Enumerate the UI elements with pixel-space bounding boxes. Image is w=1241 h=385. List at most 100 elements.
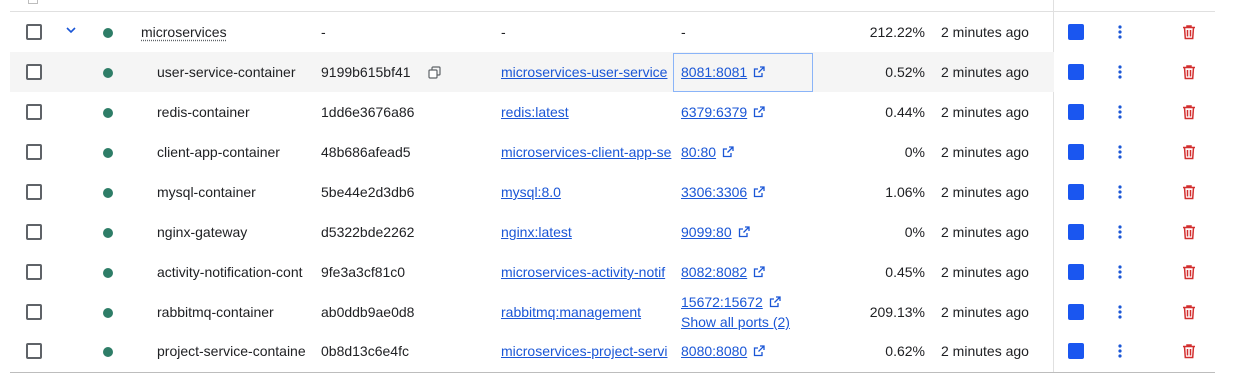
stop-icon[interactable]	[1068, 343, 1084, 359]
trash-icon[interactable]	[1180, 63, 1198, 81]
container-id: 1dd6e3676a86	[321, 104, 415, 120]
last-started: 2 minutes ago	[941, 264, 1029, 280]
more-vert-icon[interactable]	[1114, 104, 1126, 120]
trash-icon[interactable]	[1180, 183, 1198, 201]
image-link[interactable]: microservices-client-app-se	[501, 132, 673, 172]
stop-icon[interactable]	[1068, 304, 1084, 320]
container-id: 48b686afead5	[321, 144, 411, 160]
stop-icon[interactable]	[1068, 184, 1084, 200]
cpu-usage: 0%	[904, 224, 925, 240]
port-link[interactable]: 8081:8081	[681, 64, 747, 80]
stop-icon[interactable]	[1068, 144, 1084, 160]
stop-icon[interactable]	[1068, 64, 1084, 80]
container-name[interactable]: activity-notification-cont	[157, 252, 317, 292]
trash-icon[interactable]	[1180, 263, 1198, 281]
port-link[interactable]: 6379:6379	[681, 104, 747, 120]
container-name[interactable]: user-service-container	[157, 52, 317, 92]
external-link-icon[interactable]	[769, 296, 781, 308]
status-running-dot	[103, 228, 113, 238]
last-started: 2 minutes ago	[941, 304, 1029, 320]
table-row[interactable]: redis-container 1dd6e3676a86 redis:latest 6…	[10, 92, 1215, 132]
more-vert-icon[interactable]	[1114, 184, 1126, 200]
table-bottom-border	[10, 372, 1215, 373]
row-checkbox[interactable]	[26, 104, 42, 120]
cpu-usage: 0.52%	[885, 64, 925, 80]
port-link[interactable]: 8080:8080	[681, 343, 747, 359]
status-running-dot	[103, 28, 113, 38]
more-vert-icon[interactable]	[1114, 64, 1126, 80]
stop-icon[interactable]	[1068, 24, 1084, 40]
chevron-down-icon[interactable]	[65, 24, 77, 36]
image-link[interactable]: microservices-user-service	[501, 52, 673, 92]
row-checkbox[interactable]	[26, 64, 42, 80]
more-vert-icon[interactable]	[1114, 264, 1126, 280]
status-running-dot	[103, 188, 113, 198]
trash-icon[interactable]	[1180, 23, 1198, 41]
copy-icon[interactable]	[428, 66, 441, 79]
trash-icon[interactable]	[1180, 143, 1198, 161]
external-link-icon[interactable]	[753, 266, 765, 278]
row-checkbox[interactable]	[26, 304, 42, 320]
row-checkbox[interactable]	[26, 184, 42, 200]
row-checkbox[interactable]	[26, 343, 42, 359]
row-checkbox[interactable]	[26, 24, 42, 40]
more-vert-icon[interactable]	[1114, 224, 1126, 240]
port-link[interactable]: 80:80	[681, 144, 716, 160]
table-row[interactable]: mysql-container 5be44e2d3db6 mysql:8.0 3306…	[10, 172, 1215, 212]
table-row[interactable]: nginx-gateway d5322bde2262 nginx:latest 909…	[10, 212, 1215, 252]
more-vert-icon[interactable]	[1114, 144, 1126, 160]
external-link-icon[interactable]	[753, 66, 765, 78]
container-name[interactable]: rabbitmq-container	[157, 292, 317, 332]
external-link-icon[interactable]	[722, 146, 734, 158]
external-link-icon[interactable]	[738, 226, 750, 238]
image-link[interactable]: mysql:8.0	[501, 172, 673, 212]
last-started: 2 minutes ago	[941, 144, 1029, 160]
container-name[interactable]: mysql-container	[157, 172, 317, 212]
image-name: -	[501, 24, 506, 40]
row-checkbox[interactable]	[26, 224, 42, 240]
cpu-usage: 1.06%	[885, 184, 925, 200]
container-name[interactable]: project-service-containe	[157, 331, 317, 371]
more-vert-icon[interactable]	[1114, 343, 1126, 359]
last-started: 2 minutes ago	[941, 64, 1029, 80]
last-started: 2 minutes ago	[941, 184, 1029, 200]
port-link[interactable]: 9099:80	[681, 224, 732, 240]
table-row[interactable]: rabbitmq-container ab0ddb9ae0d8 rabbitmq:m…	[10, 292, 1215, 332]
cpu-usage: 0.45%	[885, 264, 925, 280]
row-checkbox[interactable]	[26, 144, 42, 160]
external-link-icon[interactable]	[753, 106, 765, 118]
container-id: 9199b615bf41	[321, 64, 411, 80]
show-all-ports-link[interactable]: Show all ports (2)	[681, 314, 790, 330]
container-name[interactable]: client-app-container	[157, 132, 317, 172]
trash-icon[interactable]	[1180, 342, 1198, 360]
more-vert-icon[interactable]	[1114, 24, 1126, 40]
trash-icon[interactable]	[1180, 223, 1198, 241]
port-link[interactable]: 15672:15672	[681, 294, 763, 310]
image-link[interactable]: nginx:latest	[501, 212, 673, 252]
group-name[interactable]: microservices	[141, 12, 301, 52]
port-link[interactable]: 8082:8082	[681, 264, 747, 280]
more-vert-icon[interactable]	[1114, 304, 1126, 320]
table-row-group[interactable]: microservices - - - 212.22% 2 minutes ag…	[10, 12, 1215, 52]
table-row[interactable]: user-service-container 9199b615bf41 micros…	[10, 52, 1215, 92]
cpu-usage: 0.44%	[885, 104, 925, 120]
image-link[interactable]: microservices-project-servi	[501, 331, 673, 371]
trash-icon[interactable]	[1180, 303, 1198, 321]
stop-icon[interactable]	[1068, 224, 1084, 240]
row-checkbox[interactable]	[26, 264, 42, 280]
table-row[interactable]: activity-notification-cont 9fe3a3cf81c0 mi…	[10, 252, 1215, 292]
container-name[interactable]: nginx-gateway	[157, 212, 317, 252]
external-link-icon[interactable]	[753, 186, 765, 198]
image-link[interactable]: redis:latest	[501, 92, 673, 132]
table-row[interactable]: client-app-container 48b686afead5 microser…	[10, 132, 1215, 172]
table-row[interactable]: project-service-containe 0b8d13c6e4fc micr…	[10, 331, 1215, 371]
trash-icon[interactable]	[1180, 103, 1198, 121]
image-link[interactable]: microservices-activity-notif	[501, 252, 673, 292]
external-link-icon[interactable]	[753, 345, 765, 357]
container-name[interactable]: redis-container	[157, 92, 317, 132]
header-checkbox-edge	[28, 0, 38, 4]
image-link[interactable]: rabbitmq:management	[501, 292, 673, 332]
port-link[interactable]: 3306:3306	[681, 184, 747, 200]
stop-icon[interactable]	[1068, 104, 1084, 120]
stop-icon[interactable]	[1068, 264, 1084, 280]
